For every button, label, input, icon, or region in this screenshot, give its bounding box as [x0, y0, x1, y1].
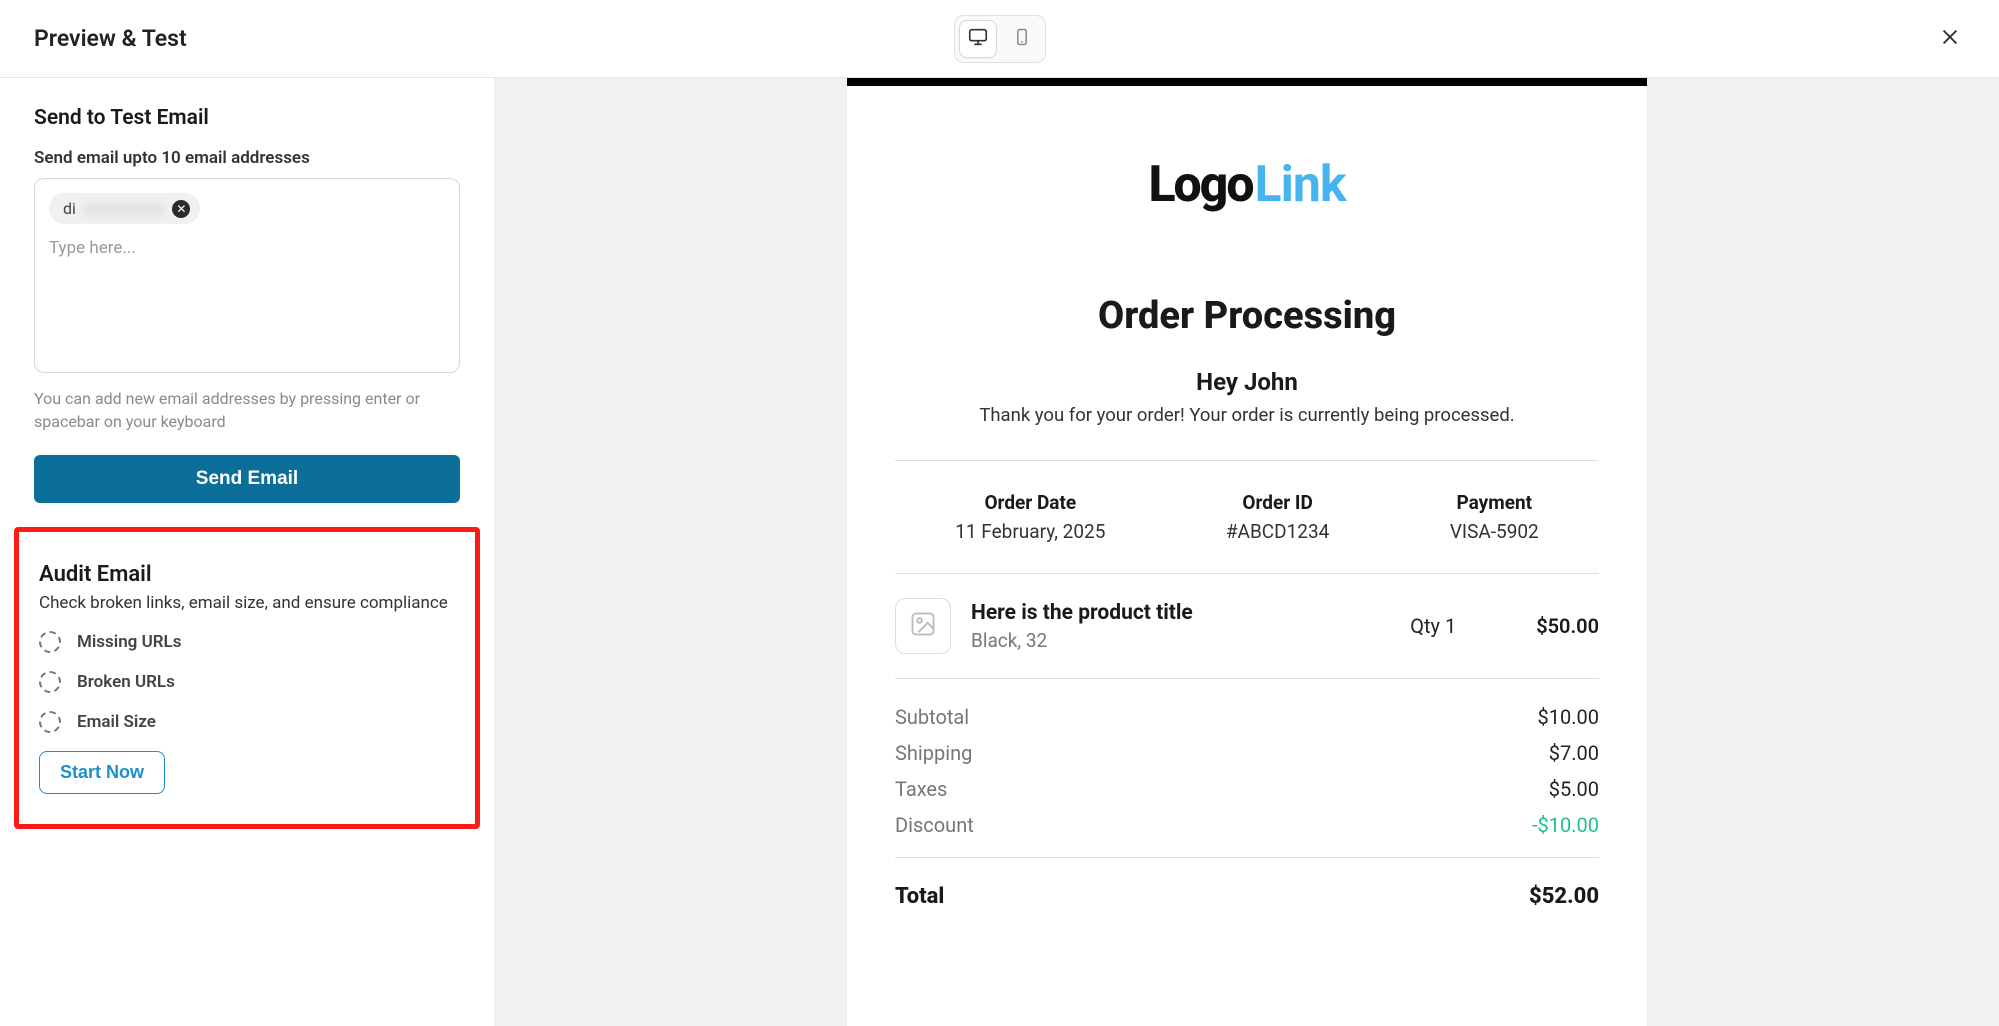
email-chip-prefix: di	[63, 199, 76, 218]
order-meta-row: Order Date 11 February, 2025 Order ID #A…	[847, 461, 1647, 573]
total-label: Discount	[895, 813, 974, 837]
product-image-placeholder	[895, 598, 951, 654]
grand-total-value: $52.00	[1529, 884, 1599, 909]
sidebar: Send to Test Email Send email upto 10 em…	[0, 78, 495, 1026]
email-addresses-input[interactable]: di xxxxxxxxx ✕ Type here...	[34, 178, 460, 373]
page-title: Preview & Test	[34, 25, 187, 52]
subtotal-line: Subtotal $10.00	[895, 705, 1599, 729]
logo-text-right: Link	[1255, 156, 1346, 214]
pending-icon	[39, 671, 61, 693]
send-test-sublabel: Send email upto 10 email addresses	[34, 148, 460, 168]
helper-text: You can add new email addresses by press…	[34, 387, 460, 433]
close-icon: ✕	[176, 203, 186, 215]
send-email-button[interactable]: Send Email	[34, 455, 460, 503]
total-value: $5.00	[1549, 777, 1599, 801]
desktop-view-button[interactable]	[959, 20, 997, 58]
mobile-icon	[1012, 27, 1032, 51]
meta-label: Order ID	[1226, 491, 1329, 514]
meta-value: #ABCD1234	[1226, 520, 1329, 543]
email-chip-hidden: xxxxxxxxx	[84, 199, 164, 218]
order-id-col: Order ID #ABCD1234	[1226, 491, 1329, 543]
email-chip: di xxxxxxxxx ✕	[49, 193, 200, 224]
close-icon	[1939, 26, 1961, 52]
logo-text-left: Logo	[1148, 156, 1252, 214]
email-thankyou: Thank you for your order! Your order is …	[847, 404, 1647, 426]
shipping-line: Shipping $7.00	[895, 741, 1599, 765]
audit-item-label: Email Size	[77, 712, 156, 732]
payment-col: Payment VISA-5902	[1450, 491, 1539, 543]
total-value: -$10.00	[1532, 813, 1599, 837]
total-value: $10.00	[1538, 705, 1599, 729]
product-variant: Black, 32	[971, 629, 1390, 652]
logo: Logo Link	[847, 86, 1647, 254]
email-preview: Logo Link Order Processing Hey John Than…	[847, 78, 1647, 1026]
product-row: Here is the product title Black, 32 Qty …	[847, 574, 1647, 678]
email-input-placeholder: Type here...	[49, 238, 445, 258]
email-greeting: Hey John	[847, 368, 1647, 396]
product-title: Here is the product title	[971, 601, 1390, 625]
close-button[interactable]	[1935, 24, 1965, 54]
audit-item: Missing URLs	[39, 631, 455, 653]
pending-icon	[39, 631, 61, 653]
order-date-col: Order Date 11 February, 2025	[955, 491, 1105, 543]
send-test-heading: Send to Test Email	[34, 106, 460, 130]
start-now-button[interactable]: Start Now	[39, 751, 165, 794]
total-label: Taxes	[895, 777, 947, 801]
totals: Subtotal $10.00 Shipping $7.00 Taxes $5.…	[847, 679, 1647, 837]
product-info: Here is the product title Black, 32	[971, 601, 1390, 652]
meta-value: VISA-5902	[1450, 520, 1539, 543]
topbar: Preview & Test	[0, 0, 1999, 78]
taxes-line: Taxes $5.00	[895, 777, 1599, 801]
pending-icon	[39, 711, 61, 733]
main: Send to Test Email Send email upto 10 em…	[0, 78, 1999, 1026]
total-label: Shipping	[895, 741, 972, 765]
audit-item: Email Size	[39, 711, 455, 733]
device-toggle	[954, 15, 1046, 63]
product-qty: Qty 1	[1410, 614, 1456, 638]
audit-heading: Audit Email	[39, 562, 455, 587]
audit-item: Broken URLs	[39, 671, 455, 693]
mobile-view-button[interactable]	[1003, 20, 1041, 58]
email-heading: Order Processing	[847, 294, 1647, 338]
audit-description: Check broken links, email size, and ensu…	[39, 593, 455, 613]
meta-value: 11 February, 2025	[955, 520, 1105, 543]
preview-area: Logo Link Order Processing Hey John Than…	[495, 78, 1999, 1026]
discount-line: Discount -$10.00	[895, 813, 1599, 837]
grand-total-label: Total	[895, 884, 944, 909]
product-price: $50.00	[1536, 614, 1599, 638]
remove-chip-button[interactable]: ✕	[172, 200, 190, 218]
audit-item-label: Broken URLs	[77, 672, 175, 692]
desktop-icon	[967, 26, 989, 52]
audit-highlight-box: Audit Email Check broken links, email si…	[14, 527, 480, 829]
meta-label: Order Date	[955, 491, 1105, 514]
total-value: $7.00	[1549, 741, 1599, 765]
total-label: Subtotal	[895, 705, 969, 729]
audit-item-label: Missing URLs	[77, 632, 181, 652]
grand-total-line: Total $52.00	[847, 858, 1647, 909]
image-icon	[909, 610, 937, 642]
meta-label: Payment	[1450, 491, 1539, 514]
